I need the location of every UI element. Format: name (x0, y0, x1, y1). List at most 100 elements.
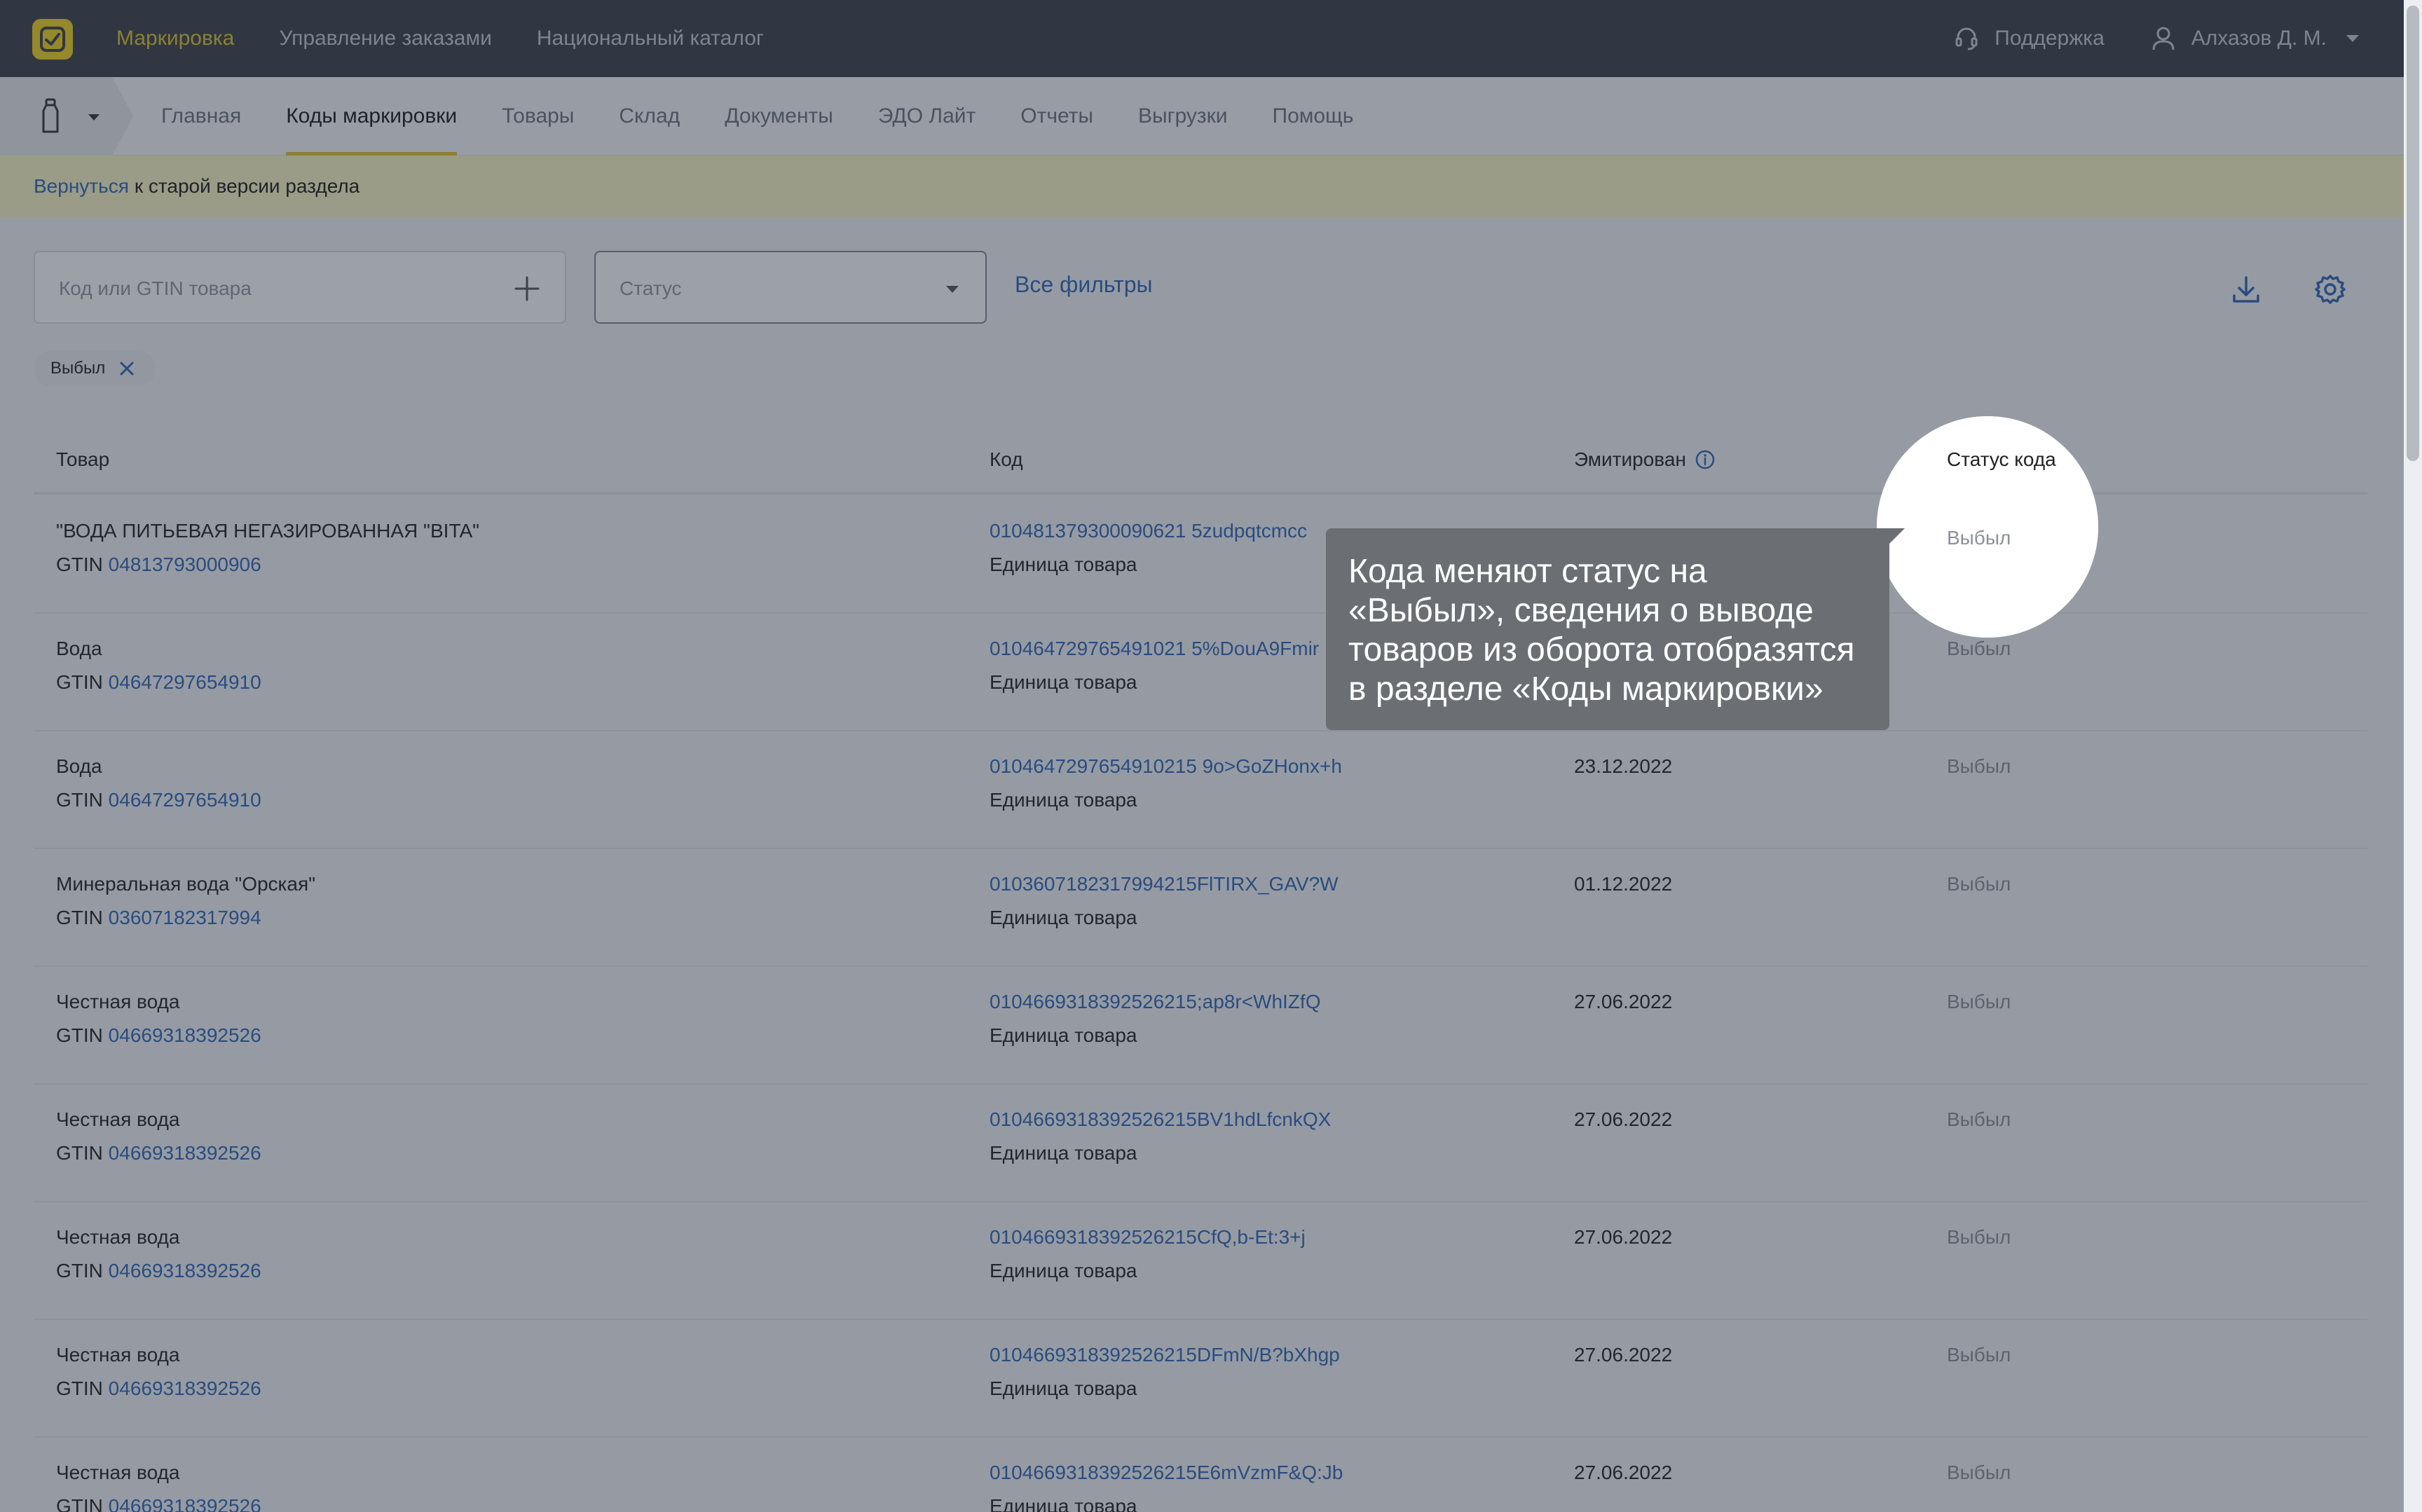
table-row[interactable]: Вода GTIN 04647297654910 01046472976549102… (34, 731, 2367, 849)
column-header-code[interactable]: Код (990, 448, 1023, 471)
top-nav: Маркировка Управление заказами Националь… (116, 0, 764, 77)
gtin-link[interactable]: 03607182317994 (109, 907, 261, 928)
marking-code-link[interactable]: 0104669318392526215DFmN/B?bXhgp (990, 1338, 1340, 1372)
gtin-prefix: GTIN (56, 1024, 103, 1046)
search-input[interactable]: Код или GTIN товара (34, 251, 566, 324)
marking-code-link[interactable]: 010464729765491021 5%DouA9Fmir (990, 632, 1319, 666)
chevron-down-icon (2346, 35, 2359, 42)
user-menu[interactable]: Алхазов Д. М. (2149, 25, 2359, 53)
info-icon[interactable] (1695, 449, 1716, 470)
top-nav-item-orders[interactable]: Управление заказами (279, 27, 492, 50)
package-type: Единица товара (990, 907, 1137, 928)
tab-marking-codes[interactable]: Коды маркировки (286, 77, 457, 156)
scrollbar-thumb[interactable] (2407, 6, 2419, 461)
gtin-link[interactable]: 04669318392526 (109, 1377, 261, 1399)
table-row[interactable]: Минеральная вода "Орская" GTIN 0360718231… (34, 849, 2367, 967)
table-row[interactable]: Честная вода GTIN 04669318392526 010466931… (34, 1320, 2367, 1438)
product-name: Честная вода (56, 1226, 180, 1248)
column-header-product[interactable]: Товар (56, 448, 109, 471)
all-filters-link[interactable]: Все фильтры (1015, 272, 1153, 298)
code-cell: 0104647297654910215 9o>GoZHonx+h Единица … (990, 750, 1342, 817)
column-header-emitted-label: Эмитирован (1574, 448, 1686, 470)
gear-icon[interactable] (2313, 272, 2348, 307)
column-header-emitted[interactable]: Эмитирован (1574, 448, 1716, 471)
marking-code-link[interactable]: 010481379300090621 5zudpqtcmcc (990, 514, 1307, 548)
close-icon[interactable] (118, 359, 136, 378)
logo[interactable] (32, 19, 73, 60)
marking-code-link[interactable]: 0104669318392526215E6mVzmF&Q:Jb (990, 1456, 1343, 1490)
status-select[interactable]: Статус (594, 251, 987, 324)
app-screen: Маркировка Управление заказами Националь… (0, 0, 2422, 1512)
product-cell: Честная вода GTIN 04669318392526 (56, 1338, 261, 1406)
product-gtin: GTIN 04669318392526 (56, 1136, 261, 1170)
chevron-down-icon (88, 114, 100, 121)
emitted-date: 27.06.2022 (1574, 991, 1673, 1012)
gtin-prefix: GTIN (56, 1377, 103, 1399)
package-type: Единица товара (990, 789, 1137, 811)
section-tabs: Главная Коды маркировки Товары Склад Док… (161, 77, 1353, 156)
bottle-icon (42, 98, 59, 133)
product-cell: Вода GTIN 04647297654910 (56, 632, 261, 699)
gtin-link[interactable]: 04669318392526 (109, 1142, 261, 1164)
emitted-date: 27.06.2022 (1574, 1226, 1673, 1248)
product-cell: Вода GTIN 04647297654910 (56, 750, 261, 817)
gtin-prefix: GTIN (56, 554, 103, 575)
gtin-prefix: GTIN (56, 671, 103, 693)
tab-documents[interactable]: Документы (725, 77, 833, 156)
tab-help[interactable]: Помощь (1273, 77, 1354, 156)
gtin-prefix: GTIN (56, 1142, 103, 1164)
package-type: Единица товара (990, 1260, 1137, 1281)
table-row[interactable]: Честная вода GTIN 04669318392526 010466931… (34, 1438, 2367, 1512)
top-nav-item-marking[interactable]: Маркировка (116, 27, 234, 50)
code-cell: 010481379300090621 5zudpqtcmcc Единица то… (990, 514, 1307, 582)
product-gtin: GTIN 04669318392526 (56, 1254, 261, 1288)
marking-code-link[interactable]: 0104669318392526215CfQ,b-Et:3+j (990, 1221, 1306, 1254)
marking-code-link[interactable]: 0103607182317994215FlTIRX_GAV?W (990, 867, 1339, 901)
gtin-link[interactable]: 04669318392526 (109, 1024, 261, 1046)
product-group-switcher[interactable] (0, 77, 133, 156)
package-type: Единица товара (990, 1142, 1137, 1164)
top-right-actions: Поддержка Алхазов Д. М. (1952, 0, 2359, 77)
package-type: Единица товара (990, 1495, 1137, 1512)
tab-products[interactable]: Товары (502, 77, 574, 156)
package-type: Единица товара (990, 1024, 1137, 1046)
gtin-link[interactable]: 04647297654910 (109, 789, 261, 811)
product-cell: Честная вода GTIN 04669318392526 (56, 1456, 261, 1512)
package-type: Единица товара (990, 554, 1137, 575)
code-cell: 0104669318392526215CfQ,b-Et:3+j Единица т… (990, 1221, 1306, 1288)
product-gtin: GTIN 04647297654910 (56, 666, 261, 699)
tab-edo-lite[interactable]: ЭДО Лайт (878, 77, 976, 156)
marking-code-link[interactable]: 0104669318392526215;ap8r<WhIZfQ (990, 985, 1321, 1019)
plus-icon[interactable] (513, 275, 541, 303)
product-name: "ВОДА ПИТЬЕВАЯ НЕГАЗИРОВАННАЯ "BITA" (56, 520, 480, 542)
tab-exports[interactable]: Выгрузки (1138, 77, 1228, 156)
gtin-link[interactable]: 04647297654910 (109, 671, 261, 693)
marking-code-link[interactable]: 0104647297654910215 9o>GoZHonx+h (990, 750, 1342, 783)
table-row[interactable]: "ВОДА ПИТЬЕВАЯ НЕГАЗИРОВАННАЯ "BITA" GTIN… (34, 496, 2367, 614)
code-status: Выбыл (1947, 873, 2011, 895)
table-row[interactable]: Честная вода GTIN 04669318392526 010466931… (34, 1085, 2367, 1202)
back-to-old-version-link[interactable]: Вернуться (34, 175, 129, 198)
support-link[interactable]: Поддержка (1952, 25, 2105, 53)
product-name: Вода (56, 755, 102, 777)
gtin-prefix: GTIN (56, 907, 103, 928)
marking-code-link[interactable]: 0104669318392526215BV1hdLfcnkQX (990, 1103, 1331, 1136)
table-row[interactable]: Честная вода GTIN 04669318392526 010466931… (34, 967, 2367, 1085)
product-gtin: GTIN 04669318392526 (56, 1019, 261, 1052)
tab-warehouse[interactable]: Склад (619, 77, 680, 156)
emitted-date: 27.06.2022 (1574, 1462, 1673, 1483)
table-row[interactable]: Честная вода GTIN 04669318392526 010466931… (34, 1202, 2367, 1320)
download-icon[interactable] (2229, 272, 2264, 307)
headset-icon (1955, 27, 1978, 50)
tab-home[interactable]: Главная (161, 77, 241, 156)
gtin-link[interactable]: 04669318392526 (109, 1495, 261, 1512)
top-nav-item-catalog[interactable]: Национальный каталог (537, 27, 764, 50)
package-type: Единица товара (990, 1377, 1137, 1399)
tab-reports[interactable]: Отчеты (1020, 77, 1093, 156)
top-header: Маркировка Управление заказами Националь… (0, 0, 2422, 77)
page-scrollbar[interactable] (2404, 0, 2422, 1512)
gtin-link[interactable]: 04669318392526 (109, 1260, 261, 1281)
gtin-link[interactable]: 04813793000906 (109, 554, 261, 575)
table-row[interactable]: Вода GTIN 04647297654910 01046472976549102… (34, 614, 2367, 731)
code-status: Выбыл (1947, 991, 2011, 1012)
